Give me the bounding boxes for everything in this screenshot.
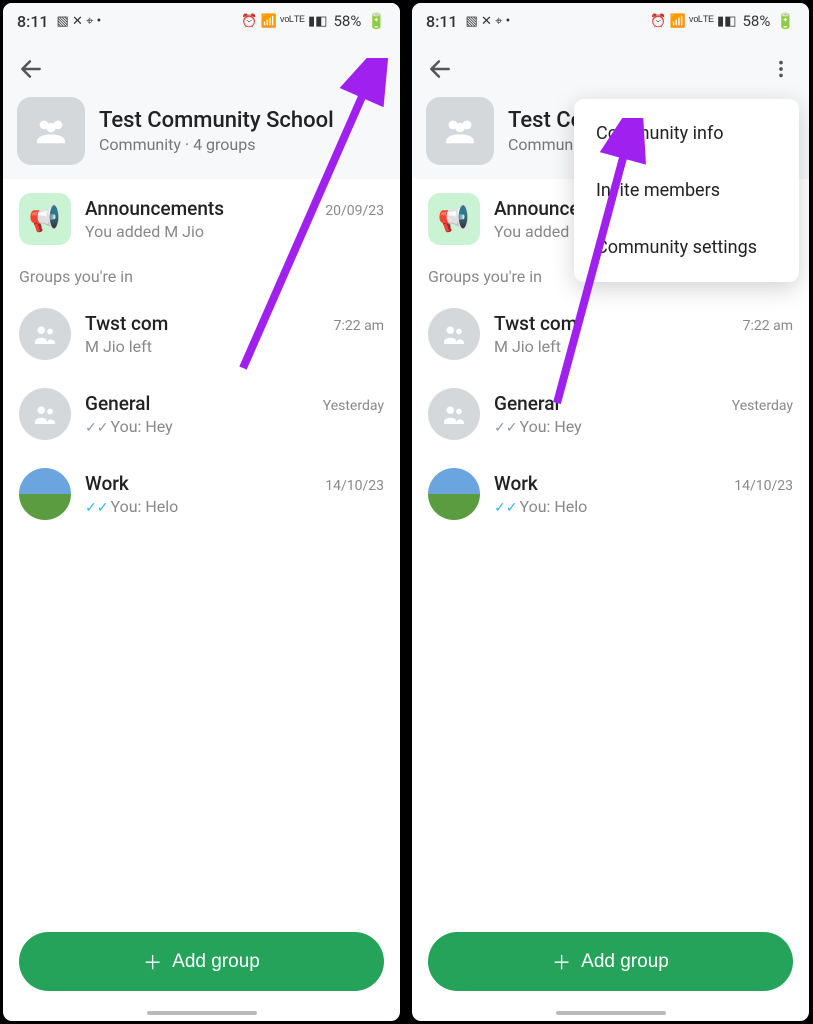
status-right-icons: ⏰ 📶 ᵛᵒᴸᵀᴱ ▮◧ [650, 13, 736, 29]
overflow-menu: Community info Invite members Community … [574, 99, 799, 282]
announcements-item[interactable]: 📢 Announcements 20/09/23 You added M Jio [3, 179, 400, 259]
group-subtitle: You: Helo [519, 497, 587, 516]
group-name: Work [494, 472, 538, 495]
menu-button[interactable] [358, 55, 386, 83]
group-avatar-image [428, 468, 480, 520]
group-item-1[interactable]: General Yesterday ✓✓You: Hey [3, 374, 400, 454]
group-avatar-icon [19, 388, 71, 440]
group-subtitle: M Jio left [85, 337, 384, 356]
add-group-label: Add group [581, 951, 669, 973]
app-header: Test Community School Community · 4 grou… [3, 39, 400, 179]
ticks-icon: ✓✓ [494, 420, 517, 436]
group-name: Work [85, 472, 129, 495]
groups-label: Groups you're in [3, 259, 400, 294]
announcements-subtitle: You added M Jio [85, 222, 384, 241]
group-avatar-icon [428, 308, 480, 360]
plus-icon: ＋ [552, 948, 571, 975]
group-time: 7:22 am [743, 318, 793, 334]
community-avatar[interactable] [426, 97, 494, 165]
add-group-button[interactable]: ＋ Add group [428, 932, 793, 991]
megaphone-icon: 📢 [19, 193, 71, 245]
group-avatar-icon [19, 308, 71, 360]
phone-left: 8:11 ▧ ✕ ⌖ • ⏰ 📶 ᵛᵒᴸᵀᴱ ▮◧ 58% 🔋 Test Com… [0, 0, 403, 1024]
group-item-0[interactable]: Twst com 7:22 am M Jio left [412, 294, 809, 374]
back-button[interactable] [17, 55, 45, 83]
community-avatar[interactable] [17, 97, 85, 165]
group-time: 14/10/23 [325, 478, 384, 494]
plus-icon: ＋ [143, 948, 162, 975]
group-item-0[interactable]: Twst com 7:22 am M Jio left [3, 294, 400, 374]
add-group-label: Add group [172, 951, 260, 973]
ticks-icon: ✓✓ [85, 420, 108, 436]
battery-icon: 🔋 [776, 12, 795, 30]
community-subtitle: Community · 4 groups [99, 135, 334, 154]
group-subtitle: You: Helo [110, 497, 178, 516]
add-group-button[interactable]: ＋ Add group [19, 932, 384, 991]
status-right-icons: ⏰ 📶 ᵛᵒᴸᵀᴱ ▮◧ [241, 13, 327, 29]
announcements-title: Announcements [85, 197, 224, 220]
status-bar: 8:11 ▧ ✕ ⌖ • ⏰ 📶 ᵛᵒᴸᵀᴱ ▮◧ 58% 🔋 [3, 3, 400, 39]
community-title[interactable]: Test Community School [99, 108, 334, 133]
group-item-2[interactable]: Work 14/10/23 ✓✓You: Helo [3, 454, 400, 534]
ticks-icon: ✓✓ [85, 500, 108, 516]
group-name: Twst com [85, 312, 168, 335]
group-time: 14/10/23 [734, 478, 793, 494]
group-item-2[interactable]: Work 14/10/23 ✓✓You: Helo [412, 454, 809, 534]
phone-right: 8:11 ▧ ✕ ⌖ • ⏰ 📶 ᵛᵒᴸᵀᴱ ▮◧ 58% 🔋 Test Com… [409, 0, 812, 1024]
menu-button[interactable] [767, 55, 795, 83]
battery-icon: 🔋 [367, 12, 386, 30]
status-time: 8:11 [17, 12, 49, 31]
menu-community-info[interactable]: Community info [574, 105, 799, 162]
ticks-icon: ✓✓ [494, 500, 517, 516]
home-indicator[interactable] [556, 1011, 666, 1015]
menu-community-settings[interactable]: Community settings [574, 219, 799, 276]
announcements-date: 20/09/23 [325, 203, 384, 219]
group-subtitle: M Jio left [494, 337, 793, 356]
group-item-1[interactable]: General Yesterday ✓✓You: Hey [412, 374, 809, 454]
status-battery: 58% [742, 12, 770, 30]
group-subtitle: You: Hey [519, 417, 581, 436]
group-avatar-image [19, 468, 71, 520]
status-left-icons: ▧ ✕ ⌖ • [57, 14, 102, 29]
group-avatar-icon [428, 388, 480, 440]
home-indicator[interactable] [147, 1011, 257, 1015]
status-battery: 58% [333, 12, 361, 30]
group-time: Yesterday [323, 398, 384, 414]
group-name: General [85, 392, 150, 415]
group-subtitle: You: Hey [110, 417, 172, 436]
group-time: Yesterday [732, 398, 793, 414]
back-button[interactable] [426, 55, 454, 83]
status-time: 8:11 [426, 12, 458, 31]
status-bar: 8:11 ▧ ✕ ⌖ • ⏰ 📶 ᵛᵒᴸᵀᴱ ▮◧ 58% 🔋 [412, 3, 809, 39]
group-name: Twst com [494, 312, 577, 335]
menu-invite-members[interactable]: Invite members [574, 162, 799, 219]
group-time: 7:22 am [334, 318, 384, 334]
megaphone-icon: 📢 [428, 193, 480, 245]
group-name: General [494, 392, 559, 415]
status-left-icons: ▧ ✕ ⌖ • [466, 14, 511, 29]
